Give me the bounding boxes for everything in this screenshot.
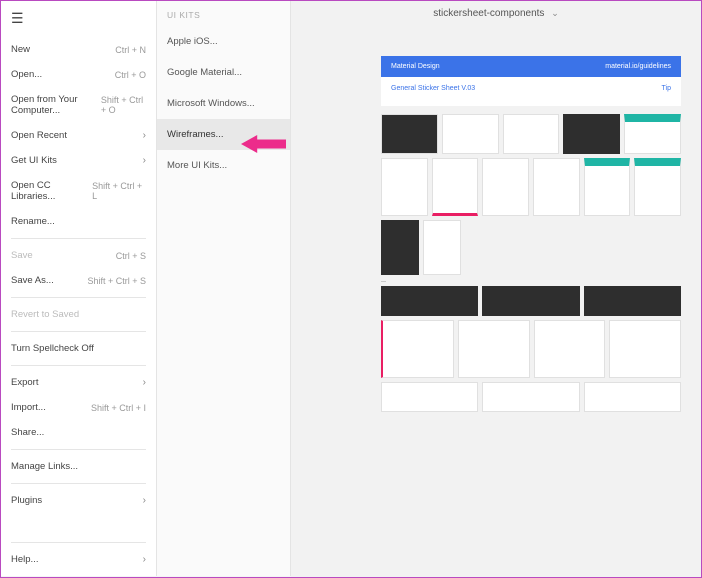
artboard-thumb[interactable]	[533, 158, 580, 216]
artboard-thumb[interactable]	[563, 114, 620, 154]
artboard-thumb[interactable]	[381, 220, 419, 275]
divider	[11, 238, 146, 239]
menu-item: Save Ctrl + S	[1, 243, 156, 268]
chevron-right-icon: ›	[143, 155, 146, 166]
artboard-thumb[interactable]	[482, 158, 529, 216]
artboard-thumb[interactable]	[381, 114, 438, 154]
menu-item[interactable]: Open Recent ›	[1, 123, 156, 148]
canvas-area: stickersheet-components ⌄ Material Desig…	[291, 1, 701, 577]
artboard-thumb[interactable]	[423, 220, 461, 275]
menu-item[interactable]: Rename...	[1, 209, 156, 234]
section-label: —	[381, 279, 681, 285]
divider	[11, 542, 146, 543]
menu-shortcut: Ctrl + N	[115, 45, 146, 55]
menu-label: Help...	[11, 554, 38, 565]
divider	[11, 365, 146, 366]
artboard-thumb[interactable]	[609, 320, 681, 378]
menu-item-help[interactable]: Help... ›	[1, 547, 156, 572]
menu-item[interactable]: New Ctrl + N	[1, 37, 156, 62]
menu-label: Manage Links...	[11, 461, 78, 472]
submenu-item[interactable]: Wireframes...	[157, 119, 290, 150]
artboard-thumb[interactable]	[381, 320, 454, 378]
sheet-blue-right: material.io/guidelines	[605, 63, 671, 70]
menu-label: Save	[11, 250, 33, 261]
menu-label: Plugins	[11, 495, 42, 506]
artboard-thumb[interactable]	[534, 320, 606, 378]
submenu-item[interactable]: More UI Kits...	[157, 150, 290, 181]
menu-shortcut: Shift + Ctrl + I	[91, 403, 146, 413]
chevron-down-icon: ⌄	[547, 8, 559, 18]
artboard-thumb[interactable]	[634, 158, 681, 216]
divider	[11, 331, 146, 332]
chevron-right-icon: ›	[143, 377, 146, 388]
artboard-thumb[interactable]	[503, 114, 560, 154]
menu-label: Revert to Saved	[11, 309, 79, 320]
chevron-right-icon: ›	[143, 495, 146, 506]
menu-item[interactable]: Plugins ›	[1, 488, 156, 513]
menu-label: Open from Your Computer...	[11, 94, 101, 116]
menu-shortcut: Shift + Ctrl + L	[92, 181, 146, 201]
document-title[interactable]: stickersheet-components ⌄	[291, 8, 701, 19]
divider	[11, 449, 146, 450]
artboard-thumb[interactable]	[381, 286, 478, 316]
menu-label: Turn Spellcheck Off	[11, 343, 94, 354]
menu-label: Share...	[11, 427, 44, 438]
main-menu: ☰ New Ctrl + N Open... Ctrl + O Open from Yo…	[1, 1, 157, 576]
divider	[11, 297, 146, 298]
menu-label: Open...	[11, 69, 42, 80]
menu-label: Get UI Kits	[11, 155, 57, 166]
menu-item[interactable]: Open CC Libraries...Shift + Ctrl + L	[1, 173, 156, 209]
sheet-head: General Sticker Sheet V.03 Tip	[381, 77, 681, 106]
submenu-title: UI KITS	[157, 1, 290, 26]
menu-item[interactable]: Export ›	[1, 370, 156, 395]
artboard-thumb[interactable]	[432, 158, 479, 216]
chevron-right-icon: ›	[143, 554, 146, 565]
sheet-tip-label: Tip	[662, 85, 671, 92]
menu-label: Open CC Libraries...	[11, 180, 92, 202]
menu-item[interactable]: Import... Shift + Ctrl + I	[1, 395, 156, 420]
submenu-ui-kits: UI KITS Apple iOS...Google Material...Mi…	[157, 1, 291, 576]
artboard-thumb[interactable]	[482, 382, 579, 412]
menu-item[interactable]: Open from Your Computer...Shift + Ctrl +…	[1, 87, 156, 123]
menu-shortcut: Shift + Ctrl + S	[87, 276, 146, 286]
artboard-thumb[interactable]	[482, 286, 579, 316]
menu-label: Save As...	[11, 275, 54, 286]
menu-item[interactable]: Turn Spellcheck Off	[1, 336, 156, 361]
menu-label: Import...	[11, 402, 46, 413]
menu-shortcut: Ctrl + S	[116, 251, 146, 261]
document-title-text: stickersheet-components	[433, 8, 544, 19]
menu-label: Open Recent	[11, 130, 67, 141]
submenu-item[interactable]: Google Material...	[157, 57, 290, 88]
artboard-thumb[interactable]	[584, 382, 681, 412]
submenu-item[interactable]: Microsoft Windows...	[157, 88, 290, 119]
submenu-item[interactable]: Apple iOS...	[157, 26, 290, 57]
menu-label: Rename...	[11, 216, 55, 227]
menu-item[interactable]: Get UI Kits ›	[1, 148, 156, 173]
preview-sheet: Material Design material.io/guidelines G…	[381, 56, 681, 416]
divider	[11, 483, 146, 484]
chevron-right-icon: ›	[143, 130, 146, 141]
artboard-thumb[interactable]	[458, 320, 530, 378]
artboard-thumb[interactable]	[381, 382, 478, 412]
artboard-thumb[interactable]	[584, 286, 681, 316]
menu-item: Revert to Saved	[1, 302, 156, 327]
artboard-thumb[interactable]	[624, 114, 681, 154]
sheet-blue-left: Material Design	[391, 63, 440, 70]
menu-shortcut: Ctrl + O	[115, 70, 146, 80]
sheet-blue-header: Material Design material.io/guidelines	[381, 56, 681, 77]
menu-label: Export	[11, 377, 38, 388]
artboard-thumb[interactable]	[442, 114, 499, 154]
artboard-thumb[interactable]	[381, 158, 428, 216]
artboard-thumbnails: —	[381, 114, 681, 412]
menu-item[interactable]: Manage Links...	[1, 454, 156, 479]
menu-item[interactable]: Share...	[1, 420, 156, 445]
artboard-thumb[interactable]	[584, 158, 631, 216]
sheet-title: General Sticker Sheet V.03	[391, 85, 475, 92]
menu-item[interactable]: Save As... Shift + Ctrl + S	[1, 268, 156, 293]
menu-label: New	[11, 44, 30, 55]
hamburger-icon[interactable]: ☰	[1, 5, 156, 37]
menu-shortcut: Shift + Ctrl + O	[101, 95, 146, 115]
menu-item[interactable]: Open... Ctrl + O	[1, 62, 156, 87]
